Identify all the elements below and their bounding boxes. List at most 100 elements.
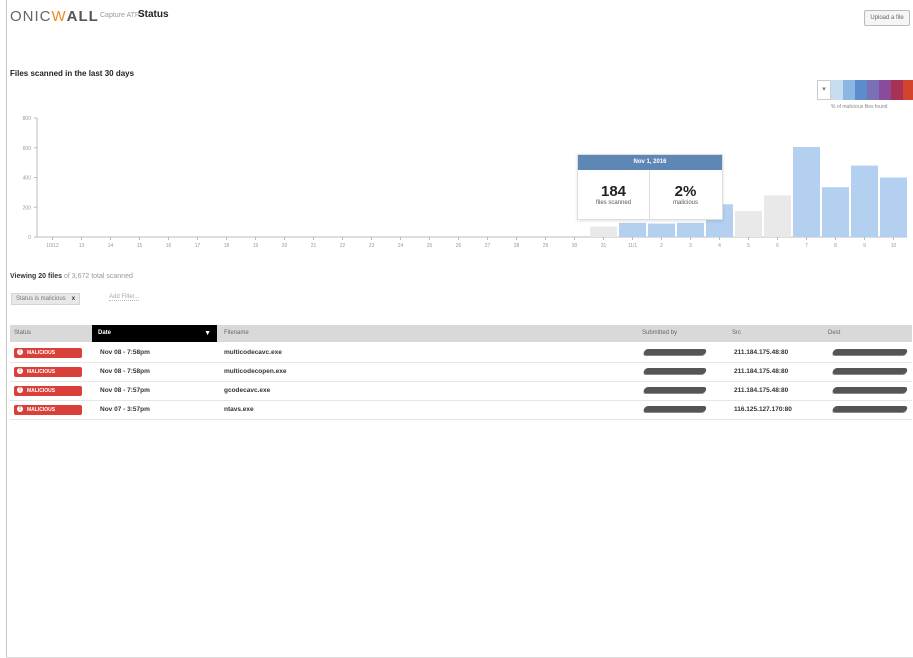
x-tick-label: 18: [224, 243, 230, 249]
y-tick-label: 0: [28, 235, 31, 241]
alert-icon: !: [17, 405, 23, 412]
sonicwall-logo[interactable]: ONICWALL: [10, 8, 99, 25]
x-tick-label: 24: [398, 243, 404, 249]
x-tick-label: 22: [340, 243, 346, 249]
row-date: Nov 07 - 3:57pm: [100, 406, 150, 413]
files-scanned-bar-chart: 020040060080010/12 13 14 15 16 17 18 19 20 21 22 23…: [23, 116, 907, 249]
legend-swatch: [831, 80, 843, 100]
badge-label: MALICIOUS: [27, 369, 56, 375]
chart-bar: [851, 165, 878, 237]
x-tick-label: 4: [718, 243, 721, 249]
redacted-submitter: [642, 368, 708, 374]
tooltip-files-label: files scanned: [595, 200, 632, 206]
legend-swatch: [879, 80, 891, 100]
logo-prefix: ONIC: [10, 8, 52, 25]
legend-swatch: [843, 80, 855, 100]
row-src: 211.184.175.48:80: [734, 368, 789, 375]
redacted-dest: [831, 349, 909, 355]
table-row[interactable]: ! MALICIOUS Nov 08 - 7:58pm multicodecopen.…: [10, 362, 912, 382]
row-filename[interactable]: ntavs.exe: [224, 400, 254, 419]
legend-swatch: [867, 80, 879, 100]
x-tick-label: 5: [747, 243, 750, 249]
upload-file-button[interactable]: Upload a file: [864, 10, 910, 26]
legend-toggle-icon[interactable]: ▾: [817, 80, 831, 100]
x-tick-label: 26: [456, 243, 462, 249]
row-filename[interactable]: gcodecavc.exe: [224, 381, 270, 400]
column-src[interactable]: Src: [732, 325, 812, 342]
breadcrumb[interactable]: Capture ATP /: [100, 12, 143, 19]
chart-tooltip: Nov 1, 2016 184 files scanned 2% malicio…: [577, 154, 723, 220]
column-submitted-by[interactable]: Submitted by: [642, 325, 722, 342]
chart-bar: [764, 195, 791, 237]
alert-icon: !: [17, 367, 23, 374]
logo-suffix: ALL: [66, 8, 99, 25]
redacted-submitter: [642, 349, 708, 355]
chart-bar: [735, 210, 762, 237]
x-tick-label: 23: [369, 243, 375, 249]
y-tick-label: 600: [23, 146, 32, 152]
chart-bar: [619, 222, 646, 237]
row-filename[interactable]: multicodecavc.exe: [224, 343, 282, 362]
y-tick-label: 200: [23, 205, 32, 211]
alert-icon: !: [17, 386, 23, 393]
chart-bar: [822, 187, 849, 237]
tooltip-files-value: 184: [600, 183, 627, 200]
x-tick-label: 10: [891, 243, 897, 249]
badge-label: MALICIOUS: [27, 407, 56, 413]
chart-bar: [677, 222, 704, 237]
x-tick-label: 19: [253, 243, 259, 249]
page-title: Status: [138, 9, 169, 20]
x-tick-label: 10/12: [46, 243, 59, 249]
add-filter-link[interactable]: Add Filter...: [109, 294, 140, 301]
chart-bar: [793, 147, 820, 237]
row-date: Nov 08 - 7:57pm: [100, 387, 150, 394]
legend-swatches: [831, 80, 913, 100]
row-src: 211.184.175.48:80: [734, 349, 789, 356]
x-tick-label: 11/1: [628, 243, 638, 249]
x-tick-label: 2: [660, 243, 663, 249]
legend-swatch: [903, 80, 913, 100]
redacted-submitter: [642, 406, 708, 412]
malicious-badge: ! MALICIOUS: [14, 386, 82, 396]
redacted-dest: [831, 368, 909, 374]
malicious-badge: ! MALICIOUS: [14, 348, 82, 358]
table-row[interactable]: ! MALICIOUS Nov 08 - 7:57pm gcodecavc.exe 21…: [10, 381, 912, 401]
y-tick-label: 400: [23, 176, 32, 182]
x-tick-label: 6: [776, 243, 779, 249]
column-date[interactable]: Date ▼: [92, 325, 217, 342]
malicious-color-legend: ▾: [817, 80, 913, 100]
row-src: 211.184.175.48:80: [734, 387, 789, 394]
redacted-submitter: [642, 387, 708, 393]
sort-caret-icon: ▼: [204, 330, 211, 337]
row-src: 116.125.127.170:80: [734, 406, 792, 413]
legend-swatch: [855, 80, 867, 100]
x-tick-label: 31: [601, 243, 607, 249]
chart-bar: [590, 226, 617, 237]
table-row[interactable]: ! MALICIOUS Nov 07 - 3:57pm ntavs.exe 116.12…: [10, 400, 912, 420]
tooltip-malicious: 2% malicious: [650, 170, 721, 219]
x-tick-label: 15: [137, 243, 143, 249]
remove-filter-icon[interactable]: x: [72, 294, 75, 304]
table-row[interactable]: ! MALICIOUS Nov 08 - 7:58pm multicodecavc.e…: [10, 343, 912, 363]
tooltip-malicious-label: malicious: [672, 200, 698, 206]
viewing-total: of 3,672 total scanned: [63, 273, 133, 280]
filter-chip-label: Status is malicious: [16, 296, 66, 302]
viewing-summary: Viewing 20 files of 3,672 total scanned: [10, 273, 133, 280]
y-tick-label: 800: [23, 116, 32, 122]
x-tick-label: 16: [166, 243, 172, 249]
x-tick-label: 9: [863, 243, 866, 249]
column-status[interactable]: Status: [14, 325, 94, 342]
column-filename[interactable]: Filename: [224, 325, 424, 342]
column-dest[interactable]: Dest: [828, 325, 908, 342]
redacted-dest: [831, 387, 909, 393]
table-header: Status Date ▼ Filename Submitted by Src …: [10, 325, 912, 342]
x-tick-label: 17: [195, 243, 201, 249]
tooltip-date: Nov 1, 2016: [578, 155, 722, 170]
malicious-badge: ! MALICIOUS: [14, 367, 82, 377]
legend-swatch: [891, 80, 903, 100]
row-date: Nov 08 - 7:58pm: [100, 368, 150, 375]
alert-icon: !: [17, 348, 23, 355]
malicious-badge: ! MALICIOUS: [14, 405, 82, 415]
row-filename[interactable]: multicodecopen.exe: [224, 362, 287, 381]
filter-chip[interactable]: Status is malicious x: [11, 293, 81, 305]
